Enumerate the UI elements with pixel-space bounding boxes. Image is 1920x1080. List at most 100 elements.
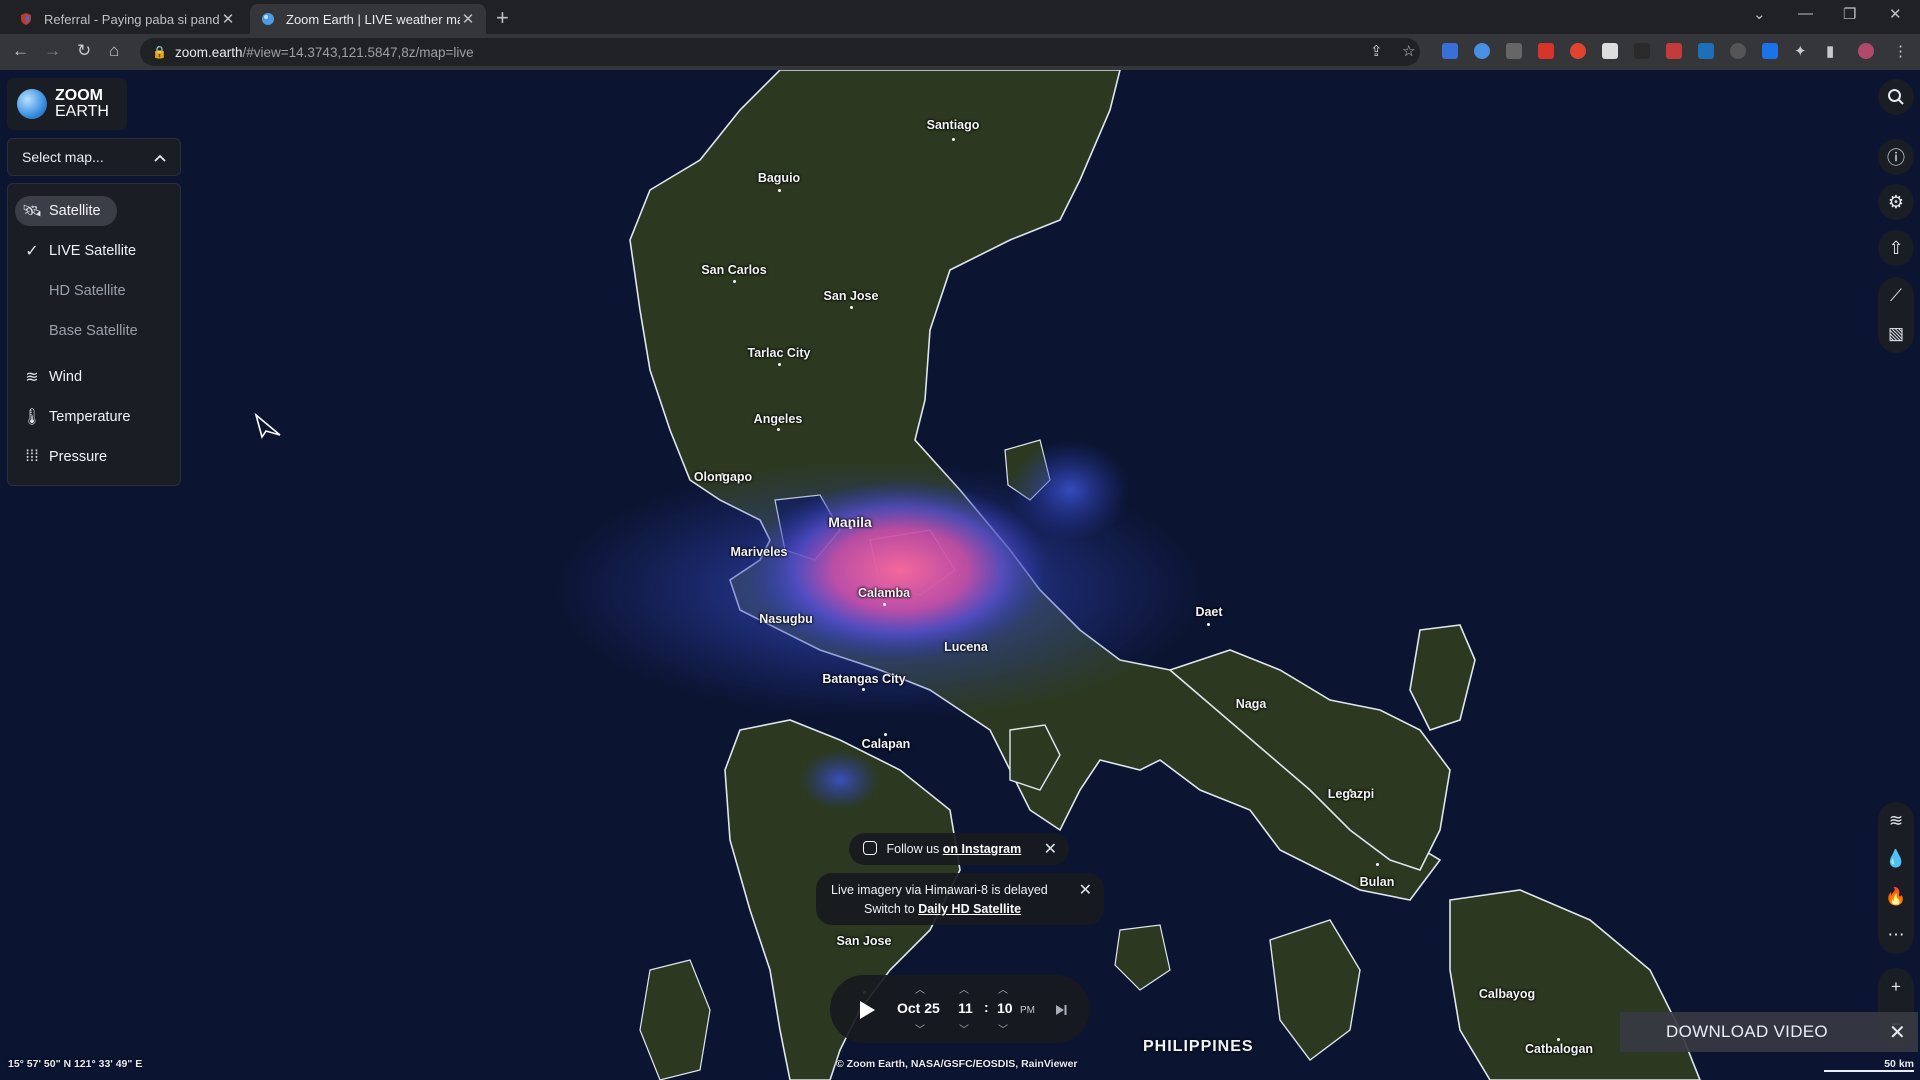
menu-item-pressure[interactable]: ⁞⁞⁞ Pressure: [15, 442, 107, 472]
instagram-link[interactable]: on Instagram: [943, 842, 1022, 856]
map-credits: © Zoom Earth, NASA/GSFC/EOSDIS, RainView…: [836, 1058, 1078, 1070]
place-dot: [1207, 623, 1210, 626]
place-dot: [884, 733, 887, 736]
place-label: Daet: [1195, 605, 1223, 619]
new-tab-button[interactable]: +: [496, 5, 509, 31]
date-value[interactable]: Oct 25: [897, 1000, 940, 1016]
wind-layer-icon[interactable]: ≋: [1878, 802, 1914, 840]
mouse-cursor-icon: [254, 413, 281, 439]
time-separator: :: [984, 999, 989, 1015]
instagram-notice: Follow us on Instagram ✕: [849, 833, 1069, 865]
url-host: zoom.earth: [174, 44, 243, 60]
extension-icon[interactable]: [1730, 43, 1746, 59]
share-icon[interactable]: ⇪: [1370, 42, 1383, 60]
menu-item-live-satellite[interactable]: ✓ LIVE Satellite: [15, 236, 136, 266]
home-icon[interactable]: ⌂: [109, 41, 119, 61]
minute-up-icon[interactable]: ︿: [998, 981, 1008, 996]
menu-item-label: Temperature: [49, 409, 131, 425]
date-up-icon[interactable]: ︿: [915, 981, 925, 996]
back-icon[interactable]: ←: [12, 41, 29, 61]
profile-avatar[interactable]: [1858, 43, 1874, 59]
place-dot: [883, 603, 886, 606]
side-panel-icon[interactable]: ▮: [1826, 42, 1834, 60]
place-label: Olongapo: [693, 470, 753, 484]
area-hatch-icon[interactable]: ▧: [1878, 315, 1914, 353]
date-down-icon[interactable]: ﹀: [915, 1021, 925, 1036]
zoom-in-icon[interactable]: +: [1878, 968, 1914, 1006]
select-map-dropdown[interactable]: Select map...: [7, 138, 181, 176]
search-button[interactable]: [1878, 79, 1914, 115]
minimize-icon[interactable]: —: [1798, 5, 1813, 22]
tab-referral[interactable]: Referral - Paying paba si pandora ✕: [8, 4, 246, 34]
extension-icon[interactable]: [1666, 43, 1682, 59]
forward-icon[interactable]: →: [44, 41, 61, 61]
extension-icon[interactable]: [1442, 43, 1458, 59]
pressure-dots-icon: ⁞⁞⁞: [25, 448, 39, 465]
play-icon[interactable]: [856, 999, 878, 1021]
extension-icon[interactable]: [1506, 43, 1522, 59]
hour-down-icon[interactable]: ﹀: [959, 1021, 969, 1036]
reload-icon[interactable]: ↻: [77, 41, 91, 61]
zoom-earth-logo[interactable]: ZOOM EARTH: [7, 78, 127, 130]
measure-line-icon[interactable]: ⟋: [1878, 277, 1914, 315]
place-label: Calamba: [857, 586, 911, 600]
tab-zoom-earth[interactable]: Zoom Earth | LIVE weather map, ✕: [250, 4, 486, 34]
weather-map[interactable]: Santiago Baguio San Carlos San Jose Tarl…: [0, 70, 1920, 1080]
settings-button[interactable]: ⚙: [1878, 184, 1914, 220]
place-dot: [777, 428, 780, 431]
place-dot: [1557, 1038, 1560, 1041]
more-dots-icon[interactable]: ⋯: [1878, 916, 1914, 954]
place-label: Calapan: [861, 737, 911, 751]
extension-icon[interactable]: [1634, 43, 1650, 59]
tab-title: Referral - Paying paba si pandora: [44, 11, 220, 27]
search-icon: [1888, 89, 1904, 105]
place-label: Mariveles: [730, 545, 788, 559]
skip-to-end-icon[interactable]: [1054, 1003, 1068, 1017]
menu-item-temperature[interactable]: 🌡 Temperature: [15, 402, 131, 432]
extension-icon[interactable]: [1602, 43, 1618, 59]
minute-down-icon[interactable]: ﹀: [998, 1021, 1008, 1036]
scale-bar: [1824, 1070, 1914, 1072]
menu-item-label: HD Satellite: [49, 283, 126, 299]
menu-item-hd-satellite[interactable]: HD Satellite: [15, 276, 126, 306]
restore-icon[interactable]: ❐: [1843, 5, 1856, 23]
globe-icon: [260, 11, 276, 27]
address-bar[interactable]: 🔒 zoom.earth /#view=14.3743,121.5847,8z/…: [140, 38, 1420, 66]
extension-icon[interactable]: [1570, 43, 1586, 59]
tab-search-icon[interactable]: ⌄: [1753, 5, 1766, 23]
extension-icon[interactable]: [1762, 43, 1778, 59]
place-label: San Jose: [836, 934, 892, 948]
share-button[interactable]: ⇧: [1878, 230, 1914, 266]
hour-value[interactable]: 11: [958, 1000, 973, 1016]
menu-item-wind[interactable]: ≋ Wind: [15, 362, 82, 392]
bookmark-star-icon[interactable]: ☆: [1402, 42, 1415, 60]
close-tab-icon[interactable]: ✕: [220, 10, 236, 28]
wind-icon: ≋: [25, 369, 39, 386]
download-video-button[interactable]: DOWNLOAD VIDEO ✕: [1620, 1012, 1918, 1052]
share-upload-icon: ⇧: [1888, 237, 1904, 258]
extension-icon[interactable]: [1698, 43, 1714, 59]
info-icon: ⓘ: [1887, 148, 1905, 168]
close-icon[interactable]: ✕: [1889, 1020, 1906, 1045]
more-menu-icon[interactable]: ⋮: [1893, 42, 1908, 60]
raindrop-icon[interactable]: 💧: [1878, 840, 1914, 878]
daily-hd-satellite-link[interactable]: Daily HD Satellite: [918, 902, 1021, 916]
close-icon[interactable]: ✕: [1079, 881, 1092, 900]
fire-icon[interactable]: 🔥: [1878, 878, 1914, 916]
place-label: Legazpi: [1327, 787, 1375, 801]
place-label: Nasugbu: [759, 612, 813, 626]
minute-value[interactable]: 10: [997, 1000, 1013, 1016]
extension-icon[interactable]: [1474, 43, 1490, 59]
extension-icon[interactable]: [1538, 43, 1554, 59]
close-icon[interactable]: ✕: [1044, 839, 1057, 859]
thermometer-icon: 🌡: [21, 409, 43, 426]
close-tab-icon[interactable]: ✕: [460, 10, 476, 28]
place-label: Calbayog: [1478, 987, 1536, 1001]
info-button[interactable]: ⓘ: [1878, 139, 1914, 175]
menu-item-satellite[interactable]: 🛰 Satellite: [15, 196, 117, 226]
menu-item-base-satellite[interactable]: Base Satellite: [15, 316, 138, 346]
close-window-icon[interactable]: ✕: [1889, 5, 1902, 23]
place-label: Tarlac City: [747, 346, 811, 360]
puzzle-icon[interactable]: ✦: [1794, 42, 1807, 60]
hour-up-icon[interactable]: ︿: [959, 981, 969, 996]
